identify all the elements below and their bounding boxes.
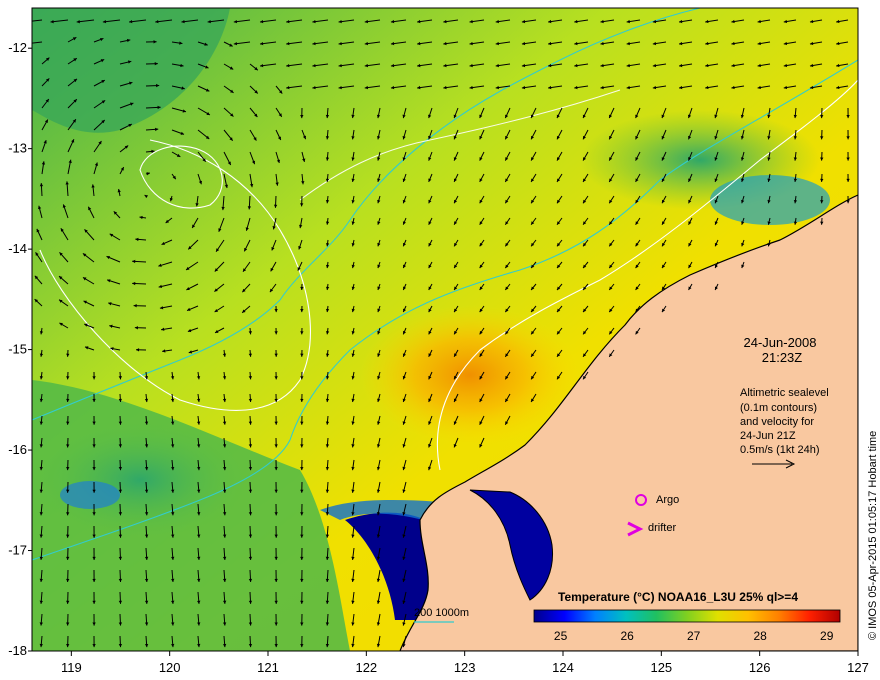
y-tick-label: -15 bbox=[8, 342, 27, 357]
altimetry-label-line1: Altimetric sealevel bbox=[740, 387, 829, 399]
x-tick-label: 122 bbox=[355, 660, 377, 675]
drifter-label: drifter bbox=[648, 522, 676, 534]
x-tick-label: 121 bbox=[257, 660, 279, 675]
y-tick-label: -12 bbox=[8, 40, 27, 55]
sst-map-figure: 119 120 121 122 123 124 125 126 127 -12 -13 -14 -15… bbox=[8, 7, 879, 675]
x-tick-label: 119 bbox=[61, 660, 82, 675]
y-axis: -12 -13 -14 -15 -16 -17 -18 bbox=[8, 40, 32, 658]
colorbar-tick-label: 29 bbox=[820, 629, 834, 643]
bathymetry-legend-label: 200 1000m bbox=[414, 607, 469, 619]
x-tick-label: 127 bbox=[847, 660, 869, 675]
y-tick-label: -14 bbox=[8, 241, 27, 256]
colorbar-tick-label: 28 bbox=[753, 629, 767, 643]
y-tick-label: -18 bbox=[8, 643, 27, 658]
altimetry-label-line2: (0.1m contours) bbox=[740, 402, 817, 414]
x-tick-label: 125 bbox=[650, 660, 672, 675]
map-panel bbox=[32, 8, 858, 651]
y-tick-label: -16 bbox=[8, 442, 27, 457]
scale-arrow-label: 0.5m/s (1kt 24h) bbox=[740, 444, 819, 456]
colorbar-tick-label: 27 bbox=[687, 629, 701, 643]
argo-label: Argo bbox=[656, 494, 679, 506]
x-tick-label: 120 bbox=[159, 660, 181, 675]
x-tick-label: 124 bbox=[552, 660, 574, 675]
sst-cold-blob-southwest bbox=[60, 481, 120, 509]
date-label: 24-Jun-2008 bbox=[744, 335, 817, 350]
x-tick-label: 126 bbox=[749, 660, 771, 675]
sst-cold-blob-east bbox=[710, 175, 830, 225]
colorbar-tick-label: 26 bbox=[620, 629, 634, 643]
colorbar-gradient bbox=[533, 609, 841, 623]
altimetry-label-line3: and velocity for bbox=[740, 416, 814, 428]
colorbar-title: Temperature (°C) NOAA16_L3U 25% ql>=4 bbox=[558, 590, 798, 604]
credit-label: © IMOS 05-Apr-2015 01:05:17 Hobart time bbox=[867, 431, 879, 640]
time-label: 21:23Z bbox=[762, 350, 803, 365]
y-tick-label: -17 bbox=[8, 543, 27, 558]
x-tick-label: 123 bbox=[454, 660, 476, 675]
y-tick-label: -13 bbox=[8, 141, 27, 156]
x-axis: 119 120 121 122 123 124 125 126 127 bbox=[61, 651, 869, 675]
altimetry-label-line4: 24-Jun 21Z bbox=[740, 430, 796, 442]
colorbar-tick-label: 25 bbox=[554, 629, 568, 643]
